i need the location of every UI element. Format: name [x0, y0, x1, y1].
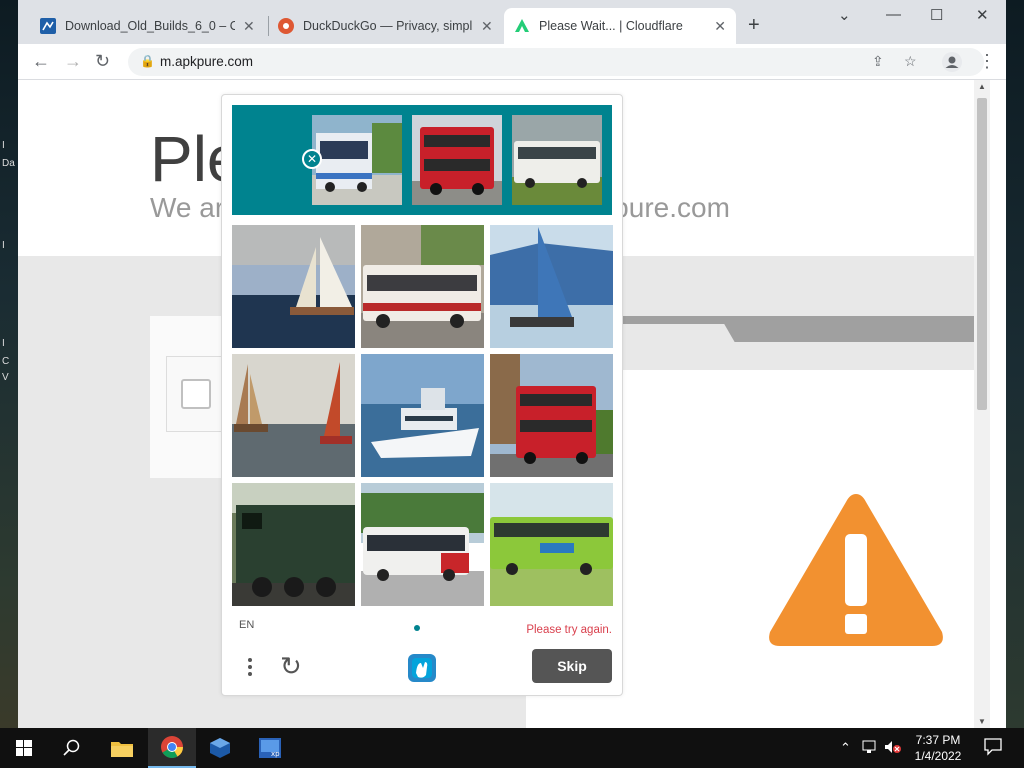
browser-toolbar: ← → ↻ 🔒 m.apkpure.com ⇪ ☆ ⋮	[18, 44, 1006, 80]
grid-tile-bus[interactable]	[361, 225, 484, 348]
tab-cloudflare[interactable]: Please Wait... | Cloudflare ✕	[504, 8, 736, 44]
file-explorer-button[interactable]	[98, 728, 146, 768]
hcaptcha-logo-icon[interactable]	[405, 651, 439, 690]
grid-tile-bus[interactable]	[490, 483, 613, 606]
new-tab-button[interactable]: +	[748, 14, 760, 37]
desktop-background-left: I Da I I C V	[0, 0, 18, 728]
search-button[interactable]	[48, 728, 96, 768]
network-icon[interactable]	[862, 740, 878, 757]
lock-icon[interactable]: 🔒	[140, 54, 155, 68]
minimize-button[interactable]: —	[886, 6, 901, 23]
address-bar[interactable]: 🔒 m.apkpure.com ⇪ ☆	[128, 48, 984, 76]
menu-dots-icon[interactable]	[242, 655, 258, 679]
notification-center-icon[interactable]	[984, 738, 1002, 759]
reload-icon[interactable]: ↻	[95, 51, 110, 72]
scroll-down-icon[interactable]: ▼	[978, 717, 986, 726]
close-tab-icon[interactable]: ✕	[243, 18, 255, 35]
scrollbar-thumb[interactable]	[977, 98, 987, 410]
chrome-taskbar-button[interactable]	[148, 728, 196, 768]
url-text[interactable]: m.apkpure.com	[160, 54, 253, 69]
tab-title: Please Wait... | Cloudflare	[539, 19, 683, 33]
tab-download-builds[interactable]: Download_Old_Builds_6_0 – Ora ✕	[30, 8, 266, 44]
tab-title: Download_Old_Builds_6_0 – Ora	[65, 19, 235, 33]
tab-strip: Download_Old_Builds_6_0 – Ora ✕ DuckDuck…	[18, 0, 1006, 44]
profile-avatar-icon[interactable]	[942, 52, 962, 77]
desktop-background-right	[1006, 0, 1024, 728]
folder-icon	[111, 742, 133, 757]
chrome-icon	[161, 736, 183, 758]
grey-banner-tab	[612, 324, 736, 344]
clock-time: 7:37 PM	[915, 733, 961, 747]
forward-icon[interactable]: →	[64, 51, 82, 72]
desktop-icon-label: I	[2, 240, 5, 251]
page-scrollbar[interactable]: ▲ ▼	[974, 80, 990, 728]
grid-tile-sailboats[interactable]	[232, 354, 355, 477]
tab-title: DuckDuckGo — Privacy, simplifie	[303, 19, 473, 33]
captcha-checkbox[interactable]	[181, 379, 211, 409]
hcaptcha-challenge: ✕ EN Please try again. ↻ Skip	[221, 94, 623, 696]
desktop-icon-label: I	[2, 338, 5, 349]
maximize-button[interactable]: ☐	[930, 6, 943, 24]
back-icon[interactable]: ←	[32, 51, 50, 72]
challenge-header: ✕	[232, 105, 612, 215]
example-image-bus	[412, 115, 502, 205]
desktop-icon-label: I	[2, 140, 5, 151]
remove-example-icon[interactable]: ✕	[302, 149, 322, 169]
grid-tile-yacht[interactable]	[361, 354, 484, 477]
desktop-icon-label: V	[2, 372, 9, 383]
menu-kebab-icon[interactable]: ⋮	[978, 51, 996, 72]
system-clock[interactable]: 7:37 PM 1/4/2022	[900, 732, 976, 764]
grid-tile-double-decker-bus[interactable]	[490, 354, 613, 477]
close-window-button[interactable]: ✕	[976, 6, 989, 24]
apkpure-icon	[514, 18, 530, 34]
windows-xp-vm-button[interactable]: xp	[246, 728, 294, 768]
error-message: Please try again.	[526, 624, 612, 636]
example-image-bus	[312, 115, 402, 205]
pagination-dot	[414, 625, 420, 631]
start-button[interactable]	[0, 728, 48, 768]
tab-duckduckgo[interactable]: DuckDuckGo — Privacy, simplifie ✕	[268, 8, 504, 44]
grid-tile-sailboat[interactable]	[232, 225, 355, 348]
close-tab-icon[interactable]: ✕	[481, 18, 493, 35]
windows-logo-icon	[16, 740, 32, 756]
scroll-up-icon[interactable]: ▲	[978, 82, 986, 91]
svg-text:xp: xp	[271, 750, 280, 758]
clock-date: 1/4/2022	[914, 749, 962, 763]
virtualbox-taskbar-button[interactable]	[196, 728, 244, 768]
virtualbox-doc-icon	[40, 18, 56, 34]
desktop-icon-label: Da	[2, 158, 15, 169]
grid-tile-train[interactable]	[232, 483, 355, 606]
share-icon[interactable]: ⇪	[872, 53, 884, 70]
duckduckgo-icon	[278, 18, 294, 34]
example-image-bus	[512, 115, 602, 205]
windows-taskbar: xp ⌃ 7:37 PM 1/4/2022	[0, 728, 1024, 768]
grid-tile-bus[interactable]	[361, 483, 484, 606]
skip-button[interactable]: Skip	[532, 649, 612, 683]
warning-triangle-icon	[766, 490, 946, 655]
tab-search-icon[interactable]: ⌄	[838, 6, 851, 24]
bookmark-star-icon[interactable]: ☆	[904, 53, 917, 70]
grid-tile-sailboat[interactable]	[490, 225, 613, 348]
language-selector[interactable]: EN	[239, 619, 254, 631]
windows-xp-vm-icon: xp	[259, 738, 281, 758]
desktop-icon-label: C	[2, 356, 10, 367]
virtualbox-icon	[210, 738, 230, 758]
search-icon	[63, 739, 80, 756]
tray-expand-icon[interactable]: ⌃	[840, 740, 851, 756]
close-tab-icon[interactable]: ✕	[714, 18, 726, 35]
refresh-icon[interactable]: ↻	[280, 653, 302, 679]
